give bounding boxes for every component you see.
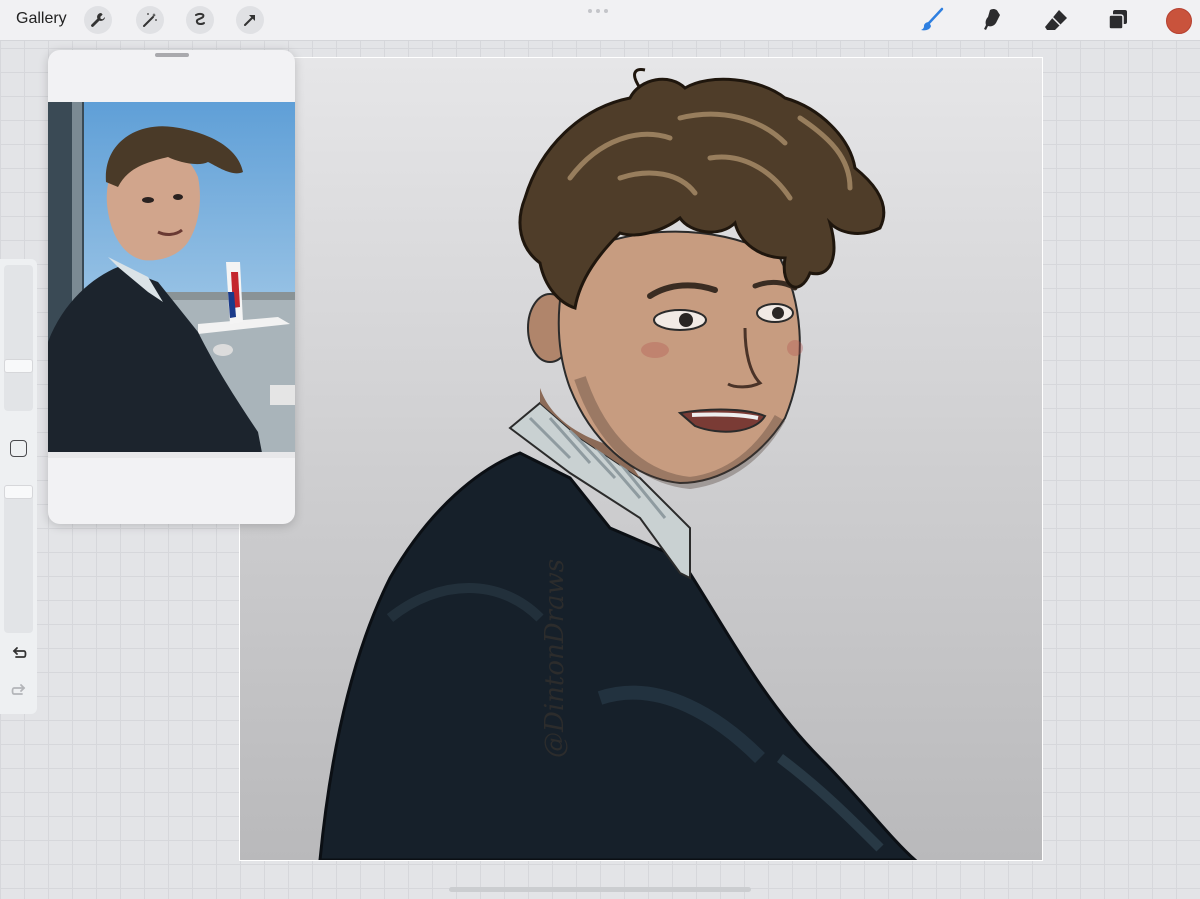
opacity-thumb[interactable] bbox=[4, 485, 33, 499]
transform-arrow-icon[interactable] bbox=[236, 6, 264, 34]
brush-size-thumb[interactable] bbox=[4, 359, 33, 373]
drag-handle-dots[interactable] bbox=[588, 9, 608, 13]
redo-icon[interactable] bbox=[9, 681, 29, 701]
selection-icon[interactable] bbox=[186, 6, 214, 34]
modify-square-icon[interactable] bbox=[10, 440, 27, 457]
home-indicator[interactable] bbox=[449, 887, 751, 892]
reference-window[interactable] bbox=[48, 50, 295, 524]
gallery-button[interactable]: Gallery bbox=[16, 10, 67, 28]
brush-size-slider[interactable] bbox=[4, 265, 33, 411]
wrench-icon[interactable] bbox=[84, 6, 112, 34]
layers-icon[interactable] bbox=[1104, 6, 1132, 34]
opacity-slider[interactable] bbox=[4, 485, 33, 633]
magic-wand-icon[interactable] bbox=[136, 6, 164, 34]
color-picker-swatch[interactable] bbox=[1166, 8, 1192, 34]
drawing-canvas[interactable]: @DintonDraws bbox=[239, 57, 1043, 861]
top-toolbar: Gallery bbox=[0, 0, 1200, 41]
portrait-artwork bbox=[318, 68, 918, 860]
undo-icon[interactable] bbox=[9, 644, 29, 664]
smudge-icon[interactable] bbox=[980, 6, 1008, 34]
brush-icon[interactable] bbox=[918, 6, 946, 34]
reference-photo bbox=[48, 102, 295, 458]
reference-drag-handle[interactable] bbox=[155, 53, 189, 57]
eraser-icon[interactable] bbox=[1042, 6, 1070, 34]
artist-signature: @DintonDraws bbox=[540, 558, 570, 758]
left-sidebar bbox=[0, 259, 37, 714]
